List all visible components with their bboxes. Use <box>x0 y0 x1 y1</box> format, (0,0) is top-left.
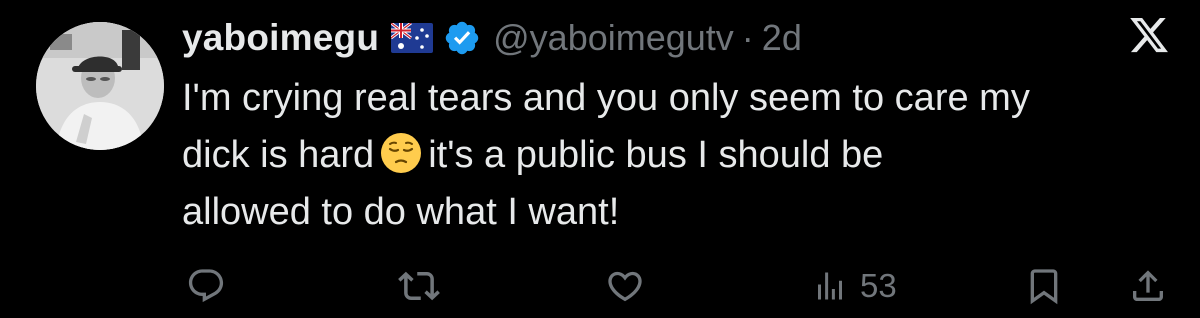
avatar[interactable] <box>36 22 164 150</box>
verified-badge-icon[interactable] <box>443 19 481 57</box>
heart-icon <box>605 266 645 306</box>
tweet-text-line-1: I'm crying real tears and you only seem … <box>182 77 1030 119</box>
retweet-icon <box>398 265 440 307</box>
display-name[interactable]: yaboimegu <box>182 17 379 59</box>
share-button[interactable] <box>1128 263 1168 309</box>
tweet-text-segment: dick is hard <box>182 134 375 176</box>
bookmark-icon <box>1024 266 1064 306</box>
bookmark-button[interactable] <box>1024 263 1064 309</box>
tweet-text: I'm crying real tears and you only seem … <box>182 70 1182 241</box>
reply-button[interactable] <box>186 263 226 309</box>
separator-dot: · <box>741 17 754 58</box>
retweet-button[interactable] <box>398 263 440 309</box>
tweet-text-line-2: dick is hard it's a public bus I should … <box>182 127 1182 184</box>
tweet-card[interactable]: yaboimegu @yaboimegutv · 2d I'm crying r… <box>0 0 1200 318</box>
tweet-text-segment: it's a public bus I should be <box>428 134 884 176</box>
australia-flag-icon <box>390 21 434 53</box>
share-icon <box>1128 266 1168 306</box>
reply-icon <box>186 266 226 306</box>
views-count: 53 <box>860 267 897 304</box>
user-handle[interactable]: @yaboimegutv <box>493 17 734 59</box>
pensive-face-emoji-icon <box>380 132 422 174</box>
tweet-text-line-3: allowed to do what I want! <box>182 191 620 233</box>
tweet-header: yaboimegu @yaboimegutv · 2d <box>182 14 802 62</box>
views-chart-icon <box>812 268 848 304</box>
views-button[interactable]: 53 <box>812 263 897 309</box>
tweet-timestamp[interactable]: 2d <box>762 17 802 59</box>
x-logo-icon <box>1128 14 1170 56</box>
like-button[interactable] <box>605 263 645 309</box>
